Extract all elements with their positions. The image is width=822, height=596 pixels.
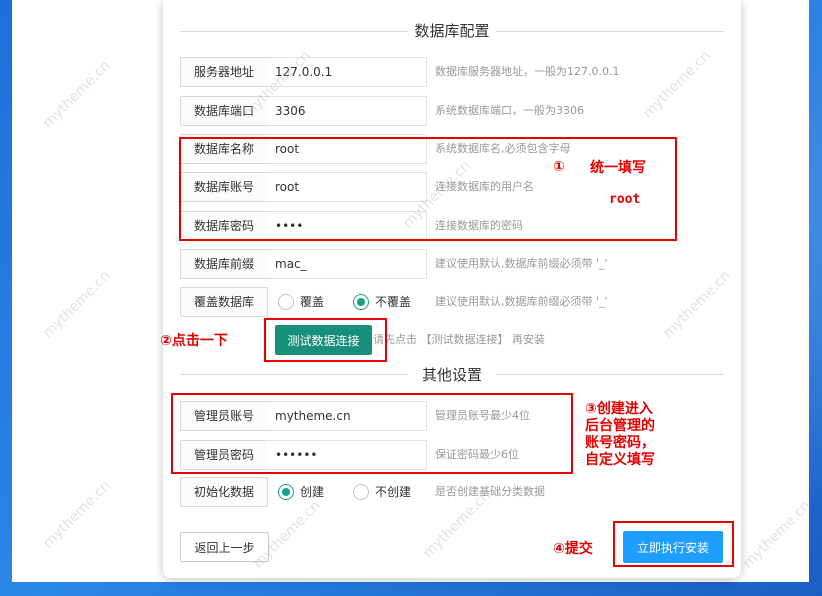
title-divider-left [180,31,408,32]
init-create-radio[interactable] [278,484,294,500]
annotation-box-db-credentials [179,137,677,241]
install-panel: 数据库配置 服务器地址 数据库服务器地址，一般为127.0.0.1 数据库端口 … [163,0,741,578]
annotation-box-admin [171,393,573,474]
db-prefix-hint: 建议使用默认,数据库前缀必须带 '_' [435,257,608,270]
overwrite-no-label[interactable]: 不覆盖 [375,287,411,317]
init-create-label[interactable]: 创建 [300,477,324,507]
annotation-step3-line4: 自定义填写 [585,452,655,468]
annotation-step2: ②点击一下 [160,333,228,349]
server-address-input[interactable] [267,57,427,87]
db-port-hint: 系统数据库端口，一般为3306 [435,104,584,117]
overwrite-db-hint: 建议使用默认,数据库前缀必须带 '_' [435,295,608,308]
init-no-create-radio[interactable] [353,484,369,500]
annotation-box-install [613,521,734,567]
overwrite-db-label: 覆盖数据库 [180,287,268,317]
db-prefix-input[interactable] [267,249,427,279]
back-button[interactable]: 返回上一步 [180,532,269,562]
server-address-hint: 数据库服务器地址，一般为127.0.0.1 [435,65,620,78]
init-no-create-label[interactable]: 不创建 [375,477,411,507]
db-prefix-label: 数据库前缀 [180,249,268,279]
overwrite-radio-group: 覆盖 不覆盖 [267,287,427,317]
overwrite-yes-label[interactable]: 覆盖 [300,287,324,317]
annotation-step1-text: 统一填写 [590,160,646,176]
db-port-input[interactable] [267,96,427,126]
db-port-label: 数据库端口 [180,96,268,126]
init-data-radio-group: 创建 不创建 [267,477,427,507]
other-divider-right [496,374,724,375]
title-divider-right [496,31,724,32]
annotation-step1-sub: root [609,192,641,207]
init-data-hint: 是否创建基础分类数据 [435,485,545,498]
init-data-label: 初始化数据 [180,477,268,507]
overwrite-yes-radio[interactable] [278,294,294,310]
annotation-step4: ④提交 [553,541,593,557]
overwrite-no-radio[interactable] [353,294,369,310]
server-address-label: 服务器地址 [180,57,268,87]
annotation-box-test-button [264,318,387,362]
test-connection-hint: 请先点击 【测试数据连接】 再安装 [373,333,545,346]
annotation-step1-number: ① [553,159,565,175]
other-divider-left [180,374,408,375]
